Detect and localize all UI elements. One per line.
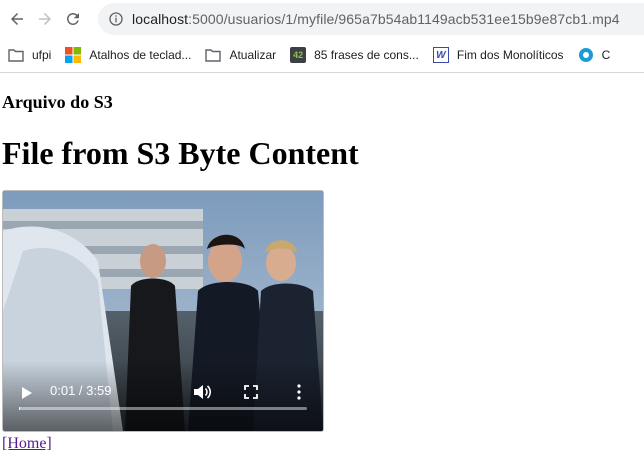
bookmark-label: 85 frases de cons... [314, 48, 419, 62]
url-text: localhost:5000/usuarios/1/myfile/965a7b5… [132, 11, 620, 27]
bookmark-85-frases[interactable]: 42 85 frases de cons... [290, 47, 419, 63]
address-bar[interactable]: localhost:5000/usuarios/1/myfile/965a7b5… [98, 3, 644, 35]
circle-logo-icon [578, 47, 594, 63]
bookmarks-bar: ufpi Atalhos de teclad... Atualizar 42 8… [0, 38, 644, 73]
more-options-button[interactable] [289, 382, 309, 402]
bookmark-ufpi[interactable]: ufpi [8, 47, 51, 63]
back-arrow-icon [11, 13, 23, 25]
volume-button[interactable] [191, 382, 213, 402]
bookmark-label: Atualizar [229, 48, 277, 62]
bookmark-c[interactable]: C [578, 47, 611, 63]
volume-icon [194, 385, 211, 399]
home-link[interactable]: [Home] [2, 435, 52, 453]
fullscreen-icon [244, 385, 258, 399]
play-button[interactable] [17, 383, 37, 403]
play-icon [22, 387, 32, 399]
page-subtitle: Arquivo do S3 [2, 92, 113, 112]
folder-icon [205, 47, 222, 63]
video-player[interactable]: 0:01 / 3:59 [2, 190, 324, 432]
more-vert-icon [297, 384, 301, 400]
page-title: File from S3 Byte Content [2, 135, 359, 171]
url-host: localhost [132, 11, 189, 27]
reload-icon [66, 12, 79, 25]
video-controls: 0:01 / 3:59 [3, 361, 323, 431]
w-logo-icon: W [432, 47, 449, 63]
badge-42-icon: 42 [290, 47, 307, 63]
windows-logo-icon [65, 47, 82, 63]
back-button[interactable] [6, 8, 28, 30]
bookmark-label: ufpi [32, 48, 52, 62]
page-content: Arquivo do S3 File from S3 Byte Content [0, 92, 644, 453]
reload-button[interactable] [62, 8, 84, 30]
bookmark-label: Atalhos de teclad... [89, 48, 192, 62]
forward-arrow-icon [39, 13, 51, 25]
bookmark-atualizar[interactable]: Atualizar [205, 47, 276, 63]
url-path: :5000/usuarios/1/myfile/965a7b54ab1149ac… [188, 11, 620, 27]
bookmark-atalhos[interactable]: Atalhos de teclad... [65, 47, 191, 63]
bookmark-label: C [601, 48, 611, 62]
folder-icon [8, 47, 24, 63]
forward-button[interactable] [34, 8, 56, 30]
bookmark-label: Fim dos Monolíticos [456, 48, 564, 62]
site-info-icon[interactable] [108, 11, 124, 27]
browser-toolbar: localhost:5000/usuarios/1/myfile/965a7b5… [0, 0, 644, 38]
bookmark-fim-monoliticos[interactable]: W Fim dos Monolíticos [432, 47, 564, 63]
fullscreen-button[interactable] [241, 382, 261, 402]
progress-track[interactable] [19, 407, 307, 410]
time-display: 0:01 / 3:59 [50, 383, 112, 398]
progress-fill [19, 407, 21, 410]
